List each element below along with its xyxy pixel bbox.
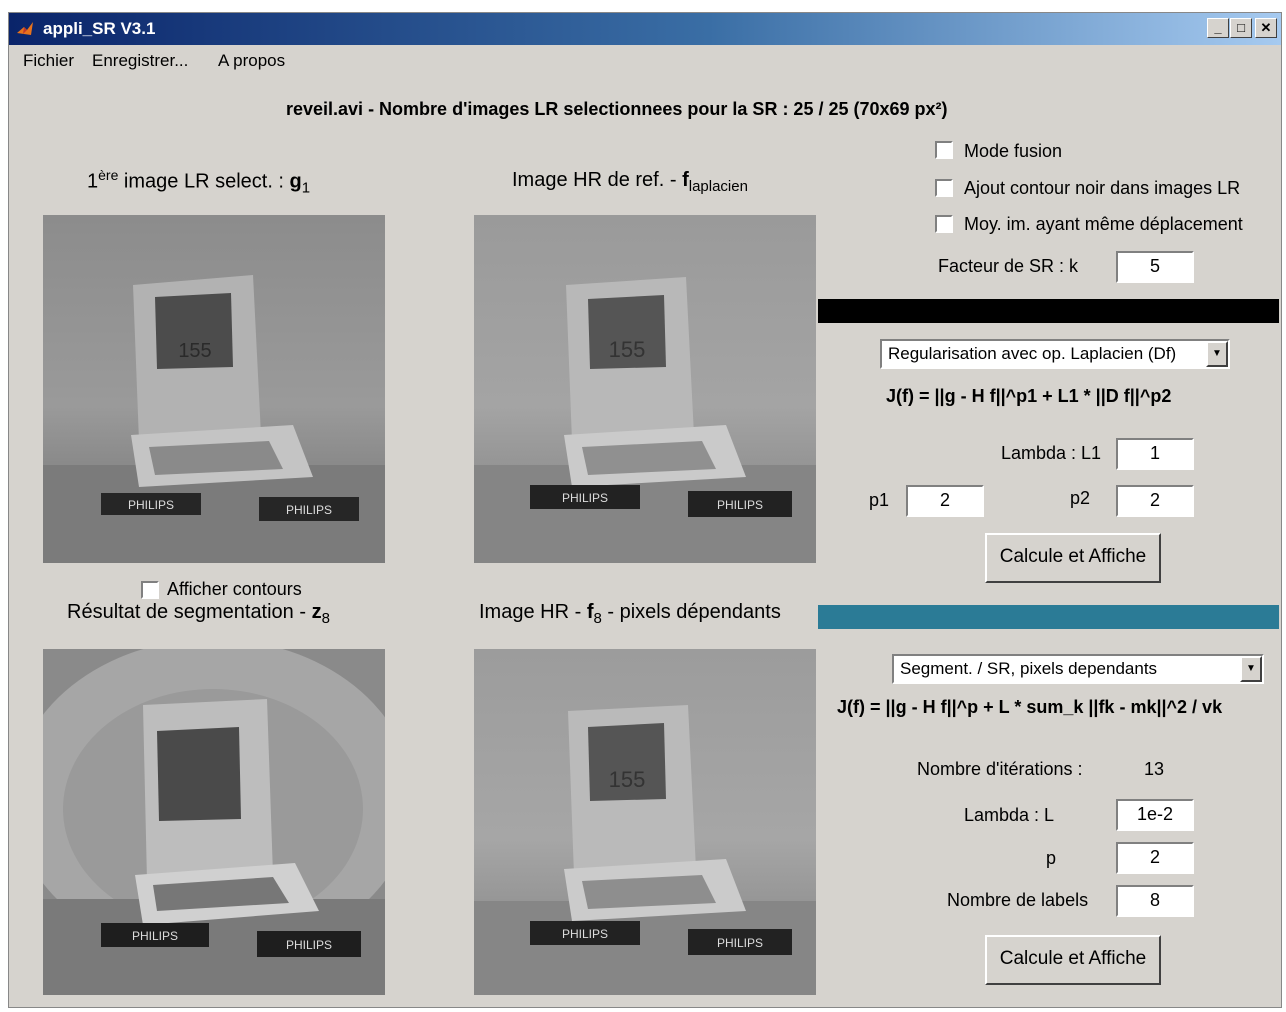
calcule-affiche-button-1[interactable]: Calcule et Affiche [985,533,1161,583]
ajout-contour-checkbox[interactable] [935,179,953,197]
battery-label-2: PHILIPS [286,503,332,517]
window-title: appli_SR V3.1 [43,19,156,38]
lambda2-input[interactable]: 1e-2 [1116,799,1194,831]
matlab-icon [17,22,33,35]
mode-fusion-checkbox[interactable] [935,141,953,159]
lr-first-title: 1ère image LR select. : g1 [87,167,311,197]
p2-input[interactable]: 2 [1116,485,1194,517]
segmentation-image: PHILIPS PHILIPS [43,649,385,995]
minimize-button[interactable]: _ [1207,18,1229,38]
chevron-down-icon[interactable]: ▼ [1240,656,1262,682]
battery-label-3: PHILIPS [562,491,608,505]
iterations-label: Nombre d'itérations : [917,759,1083,779]
section2-bar [818,605,1279,629]
method-select-1[interactable]: Regularisation avec op. Laplacien (Df) ▼ [880,339,1230,369]
battery-label-5: PHILIPS [132,929,178,943]
labels-count-label: Nombre de labels [947,890,1089,910]
ajout-contour-label: Ajout contour noir dans images LR [964,178,1241,198]
battery-label-1: PHILIPS [128,498,174,512]
menu-enregistrer[interactable]: Enregistrer... [92,51,188,71]
lambda1-input[interactable]: 1 [1116,438,1194,470]
p-input[interactable]: 2 [1116,842,1194,874]
menu-fichier[interactable]: Fichier [23,51,74,71]
method-select-1-value: Regularisation avec op. Laplacien (Df) [888,344,1177,363]
battery-label-4: PHILIPS [717,498,763,512]
clock-digits-2: 155 [609,337,646,362]
lambda1-label: Lambda : L1 [1001,443,1102,463]
battery-label-8: PHILIPS [717,936,763,950]
close-button[interactable]: ✕ [1255,18,1277,38]
hr-dep-title: Image HR - f8 - pixels dépendants [479,601,781,627]
battery-label-6: PHILIPS [286,938,332,952]
labels-count-input[interactable]: 8 [1116,885,1194,917]
facteur-input[interactable]: 5 [1116,251,1194,283]
lr-image: PHILIPS PHILIPS 155 [43,215,385,563]
afficher-contours-label: Afficher contours [167,579,302,599]
facteur-label: Facteur de SR : k [938,256,1079,276]
moy-im-checkbox[interactable] [935,215,953,233]
method-select-2[interactable]: Segment. / SR, pixels dependants ▼ [892,654,1264,684]
title-bar[interactable]: appli_SR V3.1 _ □ ✕ [9,13,1281,45]
moy-im-label: Moy. im. ayant même déplacement [964,214,1243,234]
p1-input[interactable]: 2 [906,485,984,517]
clock-digits: 155 [178,340,211,362]
hr-ref-image: PHILIPS PHILIPS 155 [474,215,816,563]
afficher-contours-checkbox[interactable] [141,581,159,599]
battery-label-7: PHILIPS [562,927,608,941]
iterations-value: 13 [1144,759,1165,779]
hr-ref-title: Image HR de ref. - flaplacien [512,169,748,195]
app-window: appli_SR V3.1 _ □ ✕ Fichier Enregistrer.… [8,12,1282,1008]
header-summary: reveil.avi - Nombre d'images LR selectio… [286,99,948,119]
hr-dep-image: PHILIPS PHILIPS 155 [474,649,816,995]
formula-2: J(f) = ||g - H f||^p + L * sum_k ||fk - … [837,697,1223,717]
formula-1: J(f) = ||g - H f||^p1 + L1 * ||D f||^p2 [886,386,1172,406]
maximize-button[interactable]: □ [1230,18,1252,38]
lambda2-label: Lambda : L [964,805,1055,825]
menu-bar: Fichier Enregistrer... A propos [9,47,1281,73]
chevron-down-icon[interactable]: ▼ [1206,341,1228,367]
p-label: p [1046,848,1057,868]
p1-label: p1 [869,490,890,510]
calcule-affiche-button-2[interactable]: Calcule et Affiche [985,935,1161,985]
menu-a-propos[interactable]: A propos [218,51,285,71]
segmentation-title: Résultat de segmentation - z8 [67,601,330,627]
p2-label: p2 [1070,488,1091,508]
clock-digits-3: 155 [609,767,646,792]
section1-bar [818,299,1279,323]
method-select-2-value: Segment. / SR, pixels dependants [900,659,1158,678]
mode-fusion-label: Mode fusion [964,141,1063,161]
